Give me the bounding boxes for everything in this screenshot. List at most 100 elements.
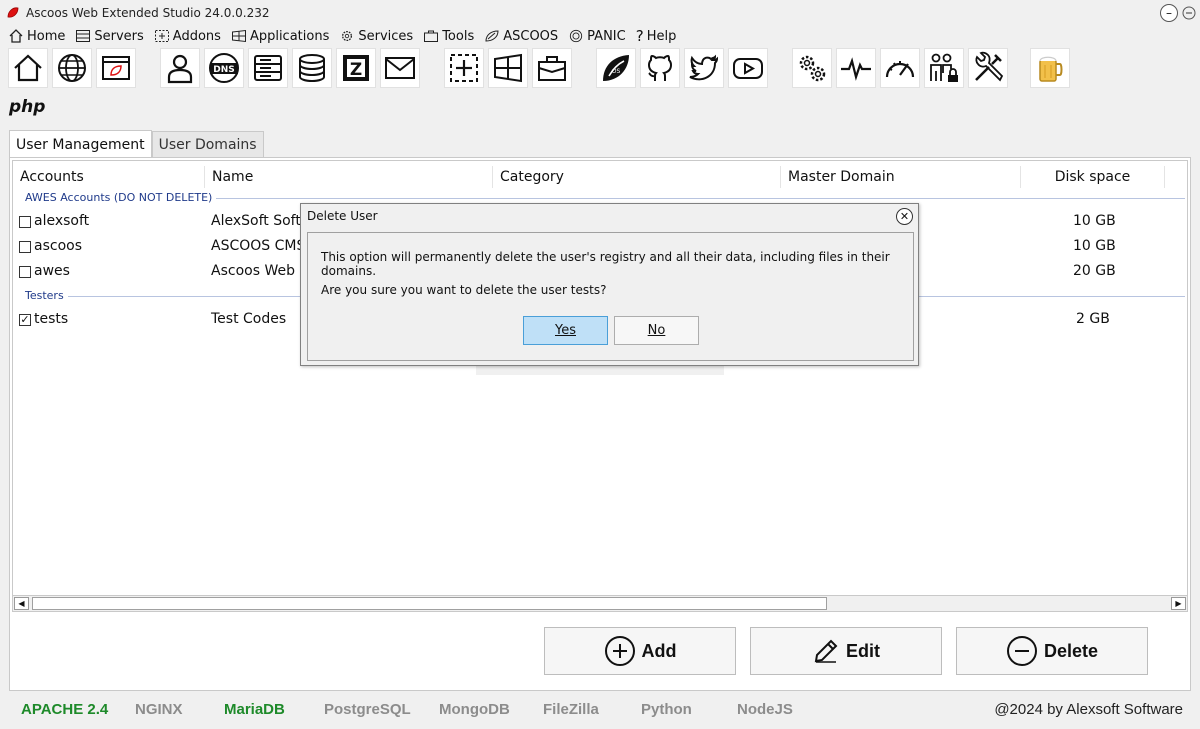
toolbar-ascoos-button[interactable]: OS	[596, 48, 636, 88]
arrow-right-icon: ▶	[1175, 599, 1182, 608]
toolbar-home-button[interactable]	[8, 48, 48, 88]
toolbar-user-button[interactable]	[160, 48, 200, 88]
ascoos-icon	[485, 30, 499, 42]
toolbar-windows-button[interactable]	[488, 48, 528, 88]
copyright-text: @2024 by Alexsoft Software	[994, 700, 1183, 718]
edit-button[interactable]: Edit	[750, 627, 942, 675]
column-header-category[interactable]: Category	[493, 166, 781, 188]
toolbar-briefcase-button[interactable]	[532, 48, 572, 88]
status-filezilla[interactable]: FileZilla	[543, 701, 599, 718]
users-lock-icon	[930, 53, 958, 82]
account-cell: awes	[34, 263, 70, 279]
menu-servers-label: Servers	[94, 28, 144, 44]
no-button[interactable]: No	[614, 316, 699, 345]
toolbar-twitter-button[interactable]	[684, 48, 724, 88]
menu-panic-label: PANIC	[587, 28, 626, 44]
browser-icon	[102, 56, 130, 80]
menu-servers[interactable]: Servers	[75, 28, 144, 44]
row-checkbox[interactable]	[19, 216, 31, 228]
toolbar-tools-button[interactable]	[968, 48, 1008, 88]
yes-button[interactable]: Yes	[523, 316, 608, 345]
menu-help[interactable]: ? Help	[636, 27, 677, 45]
dialog-question: Are you sure you want to delete the user…	[321, 283, 607, 297]
svg-text:DNS: DNS	[213, 65, 235, 75]
status-nodejs[interactable]: NodeJS	[737, 701, 793, 718]
ascoos-leaf-icon: OS	[603, 55, 629, 81]
github-icon	[647, 54, 673, 81]
row-checkbox[interactable]	[19, 266, 31, 278]
app-logo-icon	[7, 7, 19, 18]
toolbar: DNS Z OS	[0, 46, 1200, 90]
toolbar-server-list-button[interactable]	[248, 48, 288, 88]
dialog-close-button[interactable]: ✕	[896, 208, 913, 225]
toolbox-icon	[424, 30, 439, 42]
toolbar-beer-button[interactable]	[1030, 48, 1070, 88]
column-header-disk-space[interactable]: Disk space	[1021, 166, 1165, 188]
window-title: Ascoos Web Extended Studio 24.0.0.232	[26, 6, 270, 20]
status-python[interactable]: Python	[641, 701, 692, 718]
youtube-icon	[733, 58, 763, 79]
delete-button-label: Delete	[1043, 640, 1099, 661]
toolbar-github-button[interactable]	[640, 48, 680, 88]
row-checkbox-checked[interactable]: ✓	[19, 314, 31, 326]
home-icon	[9, 29, 23, 43]
menu-applications[interactable]: Applications	[231, 29, 329, 44]
toolbar-speedometer-button[interactable]	[880, 48, 920, 88]
svg-text:Z: Z	[350, 60, 362, 80]
menu-services[interactable]: Services	[339, 29, 413, 44]
scroll-right-button[interactable]: ▶	[1171, 597, 1186, 610]
disk-cell: 2 GB	[1076, 311, 1110, 327]
menu-home[interactable]: Home	[8, 29, 65, 44]
svg-text:OS: OS	[612, 68, 621, 75]
toolbar-addon-button[interactable]	[444, 48, 484, 88]
status-bar: APACHE 2.4 NGINX MariaDB PostgreSQL Mong…	[0, 696, 1200, 722]
menu-ascoos[interactable]: ASCOOS	[484, 29, 558, 44]
toolbar-dns-button[interactable]: DNS	[204, 48, 244, 88]
menu-tools[interactable]: Tools	[423, 29, 474, 44]
column-header-accounts[interactable]: Accounts	[13, 166, 205, 188]
status-apache[interactable]: APACHE 2.4	[21, 701, 108, 718]
horizontal-scrollbar[interactable]: ◀ ▶	[12, 595, 1188, 612]
toolbar-browser-button[interactable]	[96, 48, 136, 88]
minimize-button[interactable]	[1180, 4, 1198, 22]
delete-user-dialog: Delete User ✕ This option will permanent…	[300, 203, 919, 366]
briefcase-icon	[538, 56, 566, 81]
column-header-master-domain[interactable]: Master Domain	[781, 166, 1021, 188]
status-nginx[interactable]: NGINX	[135, 701, 183, 718]
menu-help-label: Help	[646, 28, 677, 44]
toolbar-pulse-button[interactable]	[836, 48, 876, 88]
home-icon	[14, 54, 42, 82]
tab-user-management[interactable]: User Management	[9, 130, 152, 158]
menu-ascoos-label: ASCOOS	[503, 28, 559, 44]
group-label: AWES Accounts (DO NOT DELETE)	[25, 191, 217, 204]
group-label: Testers	[25, 289, 68, 302]
window-close-button[interactable]: –	[1160, 4, 1178, 22]
status-mongodb[interactable]: MongoDB	[439, 701, 510, 718]
status-postgresql[interactable]: PostgreSQL	[324, 701, 411, 718]
add-button[interactable]: Add	[544, 627, 736, 675]
toolbar-youtube-button[interactable]	[728, 48, 768, 88]
toolbar-mail-button[interactable]	[380, 48, 420, 88]
dialog-message: This option will permanently delete the …	[321, 250, 890, 278]
minus-circle-icon	[1006, 636, 1037, 666]
toolbar-database-button[interactable]	[292, 48, 332, 88]
settings-icon	[799, 55, 826, 82]
list-header: Accounts Name Category Master Domain Dis…	[13, 166, 1187, 188]
scroll-left-button[interactable]: ◀	[14, 597, 29, 610]
toolbar-globe-button[interactable]	[52, 48, 92, 88]
menu-panic[interactable]: PANIC	[568, 29, 626, 44]
plus-circle-icon	[604, 636, 635, 666]
scroll-thumb[interactable]	[32, 597, 827, 610]
tab-user-domains[interactable]: User Domains	[151, 131, 264, 158]
status-mariadb[interactable]: MariaDB	[224, 701, 285, 718]
menu-addons-label: Addons	[172, 28, 221, 44]
toolbar-users-lock-button[interactable]	[924, 48, 964, 88]
column-header-name[interactable]: Name	[205, 166, 493, 188]
menu-tools-label: Tools	[442, 28, 475, 44]
row-checkbox[interactable]	[19, 241, 31, 253]
speedometer-icon	[885, 61, 915, 78]
delete-button[interactable]: Delete	[956, 627, 1148, 675]
menu-addons[interactable]: Addons	[154, 29, 221, 44]
toolbar-settings-button[interactable]	[792, 48, 832, 88]
toolbar-filezilla-button[interactable]: Z	[336, 48, 376, 88]
